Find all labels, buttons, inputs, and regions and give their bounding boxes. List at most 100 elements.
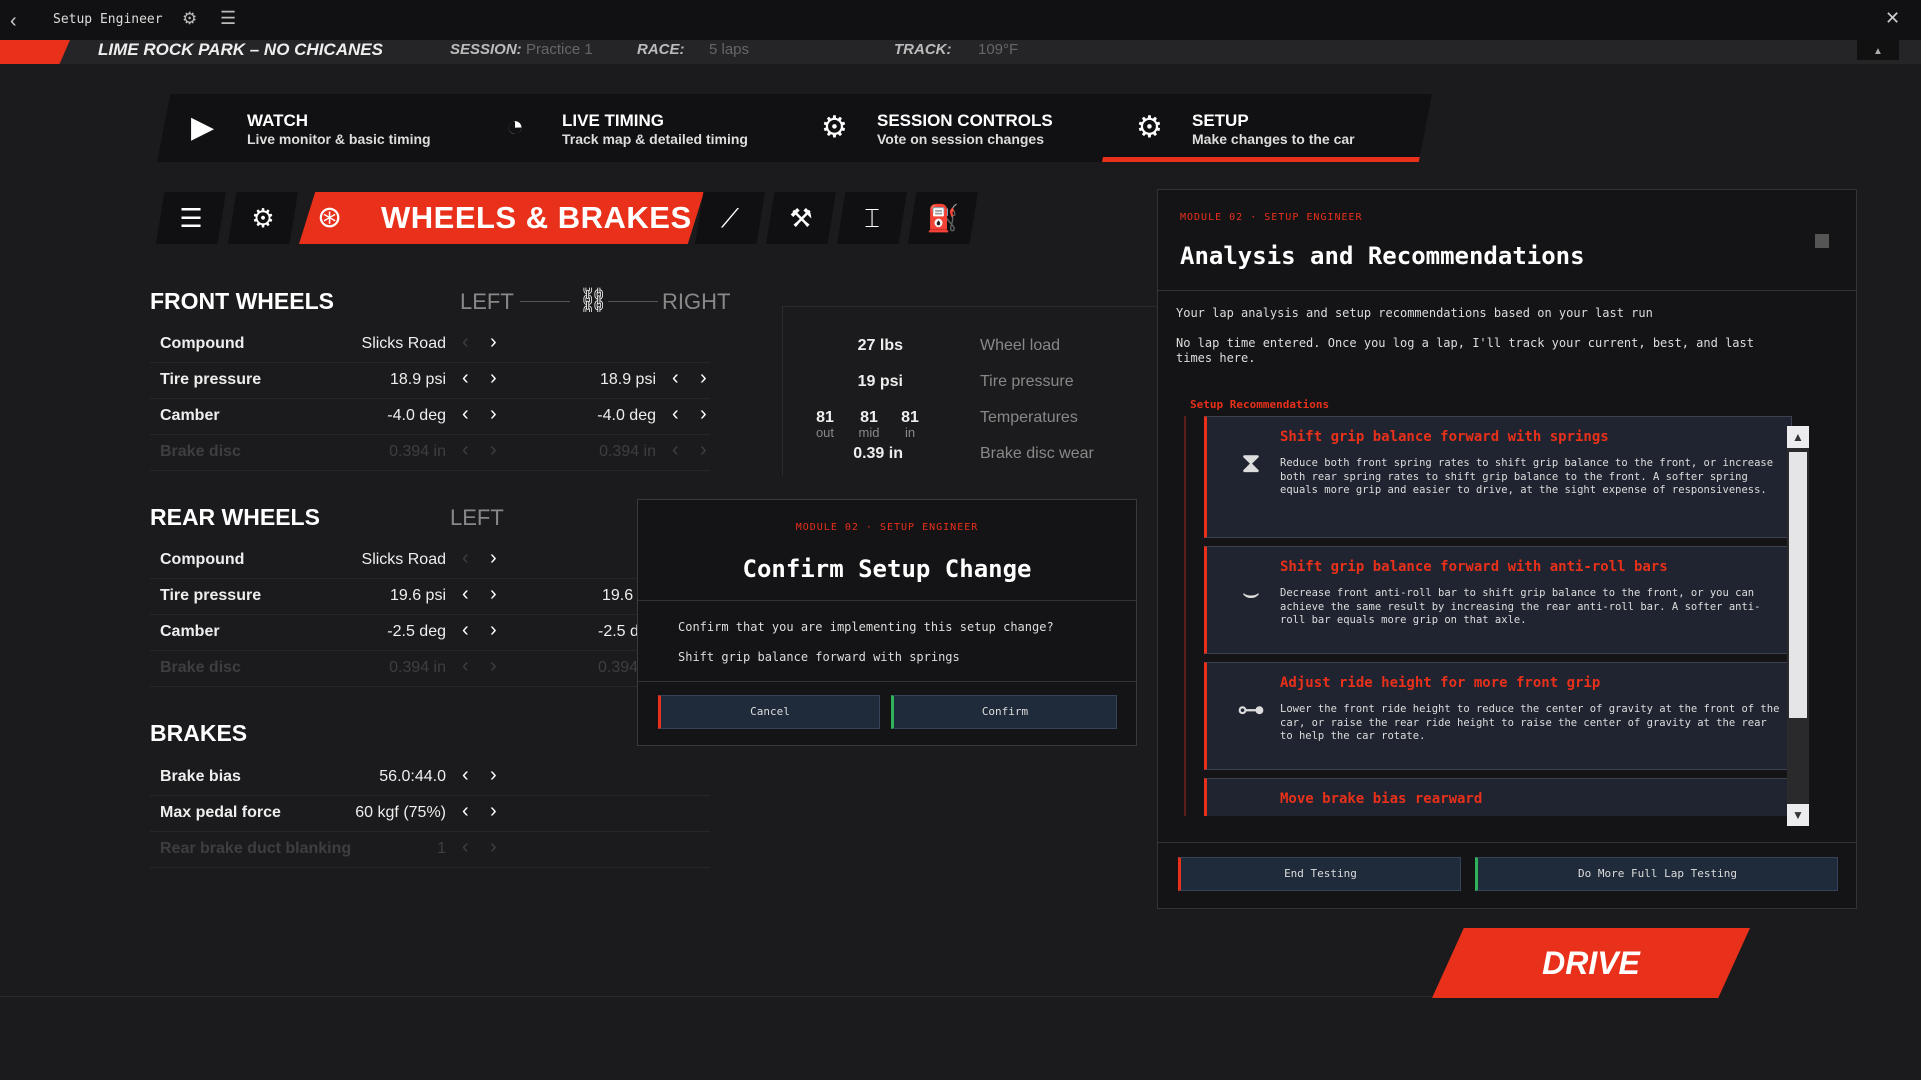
chevron-right-icon: › — [490, 655, 497, 677]
recommendations-scrollbar[interactable]: ▲ ▼ — [1787, 426, 1809, 826]
list-icon[interactable]: ☰ — [156, 192, 226, 244]
confirm-setup-dialog: MODULE 02 · SETUP ENGINEER Confirm Setup… — [637, 499, 1137, 746]
chevron-left-icon[interactable]: ‹ — [672, 367, 679, 390]
row-label: Tire pressure — [160, 587, 262, 604]
chevron-left-icon: ‹ — [462, 655, 469, 677]
chevron-left-icon[interactable]: ‹ — [672, 403, 679, 426]
track-name: LIME ROCK PARK – NO CHICANES — [98, 40, 383, 59]
chevron-left-icon[interactable]: ‹ — [462, 331, 469, 354]
chevron-right-icon: › — [490, 439, 497, 461]
fuel-icon[interactable]: ⛽ — [908, 192, 978, 244]
chevron-left-icon[interactable]: ‹ — [462, 800, 469, 823]
brake-icon: ◠ — [1221, 809, 1281, 816]
chevron-left-icon[interactable]: ‹ — [462, 619, 469, 642]
collapse-button[interactable]: ▲ — [1857, 40, 1899, 60]
table-row: Rear brake duct blanking 1 ‹ › — [150, 832, 710, 868]
recommendation-title: Shift grip balance forward with anti-rol… — [1280, 559, 1668, 575]
chevron-left-icon: ‹ — [462, 439, 469, 461]
window-title: Setup Engineer — [53, 12, 163, 27]
tab-session-controls-title: SESSION CONTROLS — [877, 111, 1053, 130]
axle-icon[interactable]: ⌶ — [837, 192, 907, 244]
tab-watch[interactable]: ▶ WATCH Live monitor & basic timing — [157, 94, 492, 162]
back-icon[interactable]: ‹ — [10, 10, 17, 33]
drive-button[interactable]: DRIVE — [1432, 928, 1750, 998]
stopwatch-icon: ◔ — [506, 110, 525, 143]
row-value: 0.394 in — [389, 443, 446, 460]
table-row: Compound Slicks Road ‹ › — [150, 327, 710, 363]
close-icon[interactable]: ✕ — [1885, 8, 1900, 29]
divider — [638, 600, 1136, 601]
wrench-icon[interactable]: ⚒ — [766, 192, 836, 244]
table-row: Tire pressure 19.6 psi ‹ › 19.6 — [150, 579, 710, 615]
divider — [638, 681, 1136, 682]
chevron-left-icon[interactable]: ‹ — [462, 764, 469, 787]
menu-icon[interactable]: ☰ — [220, 8, 236, 29]
tab-watch-subtitle: Live monitor & basic timing — [247, 131, 431, 147]
temperatures-label: Temperatures — [980, 409, 1078, 426]
window-title-bar: ‹ Setup Engineer ⚙ ☰ ✕ — [0, 0, 1921, 40]
chevron-right-icon[interactable]: › — [490, 800, 497, 823]
session-label: SESSION: — [450, 41, 522, 58]
chevron-left-icon[interactable]: ‹ — [462, 547, 469, 570]
row-value: 60 kgf (75%) — [355, 804, 446, 821]
dialog-detail: Shift grip balance forward with springs — [678, 650, 960, 664]
scroll-thumb[interactable] — [1789, 452, 1807, 718]
chevron-left-icon[interactable]: ‹ — [462, 403, 469, 426]
chevron-right-icon[interactable]: › — [490, 367, 497, 390]
spring-icon: ⧗ — [1241, 447, 1261, 478]
chevron-right-icon[interactable]: › — [490, 403, 497, 426]
row-label: Camber — [160, 407, 220, 424]
dialog-module-tag: MODULE 02 · SETUP ENGINEER — [795, 522, 979, 533]
chevron-left-icon[interactable]: ‹ — [462, 583, 469, 606]
chevron-right-icon[interactable]: › — [700, 403, 707, 426]
chevron-left-icon: ‹ — [462, 836, 469, 858]
chevron-right-icon[interactable]: › — [490, 547, 497, 570]
recommendation-desc: Lower the front ride height to reduce th… — [1280, 703, 1780, 742]
divider — [0, 996, 1440, 997]
tab-watch-title: WATCH — [247, 111, 309, 130]
tab-wheels-brakes[interactable]: ⊛ WHEELS & BRAKES — [299, 192, 704, 244]
chevron-right-icon[interactable]: › — [490, 619, 497, 642]
front-left-label: LEFT — [460, 289, 514, 314]
chevron-right-icon[interactable]: › — [490, 764, 497, 787]
tab-live-timing-subtitle: Track map & detailed timing — [562, 131, 748, 147]
chevron-left-icon[interactable]: ‹ — [462, 367, 469, 390]
panel-note: No lap time entered. Once you log a lap,… — [1176, 336, 1754, 365]
confirm-button[interactable]: Confirm — [891, 695, 1117, 729]
spring-icon[interactable]: ⟋ — [695, 192, 765, 244]
gear-icon[interactable]: ⚙ — [182, 9, 197, 29]
cancel-button[interactable]: Cancel — [658, 695, 880, 729]
tab-live-timing-title: LIVE TIMING — [562, 111, 664, 130]
scroll-down-icon[interactable]: ▼ — [1787, 804, 1809, 826]
race-label: RACE: — [637, 41, 685, 58]
link-icon[interactable]: ⛓ — [578, 286, 608, 315]
recommendation-card[interactable]: ◠ Move brake bias rearward — [1204, 778, 1792, 816]
divider — [1158, 290, 1856, 291]
tab-session-controls[interactable]: ⚙ SESSION CONTROLS Vote on session chang… — [787, 94, 1122, 162]
more-testing-button[interactable]: Do More Full Lap Testing — [1475, 857, 1838, 891]
temp-out: 81 out — [815, 409, 835, 440]
tab-live-timing[interactable]: ◔ LIVE TIMING Track map & detailed timin… — [472, 94, 807, 162]
chevron-left-icon: ‹ — [672, 439, 679, 461]
chevron-right-icon[interactable]: › — [490, 331, 497, 354]
recommendation-card[interactable]: ⧗ Shift grip balance forward with spring… — [1204, 416, 1792, 538]
end-testing-button[interactable]: End Testing — [1178, 857, 1461, 891]
chevron-right-icon[interactable]: › — [700, 367, 707, 390]
session-info-strip: LIME ROCK PARK – NO CHICANES SESSION: Pr… — [0, 40, 1921, 64]
tab-setup-subtitle: Make changes to the car — [1192, 131, 1355, 147]
table-row: Brake disc 0.394 in ‹ › 0.394 in ‹ › — [150, 435, 710, 471]
chevron-right-icon[interactable]: › — [490, 583, 497, 606]
tire-pressure-value: 19 psi — [857, 373, 903, 390]
close-icon[interactable] — [1815, 234, 1829, 248]
row-label: Brake disc — [160, 443, 241, 460]
row-value: 0.394 in — [389, 659, 446, 676]
menu-tab[interactable] — [0, 40, 70, 64]
table-row: Camber -4.0 deg ‹ › -4.0 deg ‹ › — [150, 399, 710, 435]
scroll-up-icon[interactable]: ▲ — [1787, 426, 1809, 448]
recommendation-card[interactable]: ⌣ Shift grip balance forward with anti-r… — [1204, 546, 1792, 654]
tab-setup[interactable]: ⚙ SETUP Make changes to the car — [1102, 94, 1432, 162]
recommendations-list: ⧗ Shift grip balance forward with spring… — [1184, 416, 1854, 816]
tab-setup-title: SETUP — [1192, 111, 1249, 130]
gears-icon[interactable]: ⚙ — [228, 192, 298, 244]
recommendation-card[interactable]: ⊶ Adjust ride height for more front grip… — [1204, 662, 1792, 770]
